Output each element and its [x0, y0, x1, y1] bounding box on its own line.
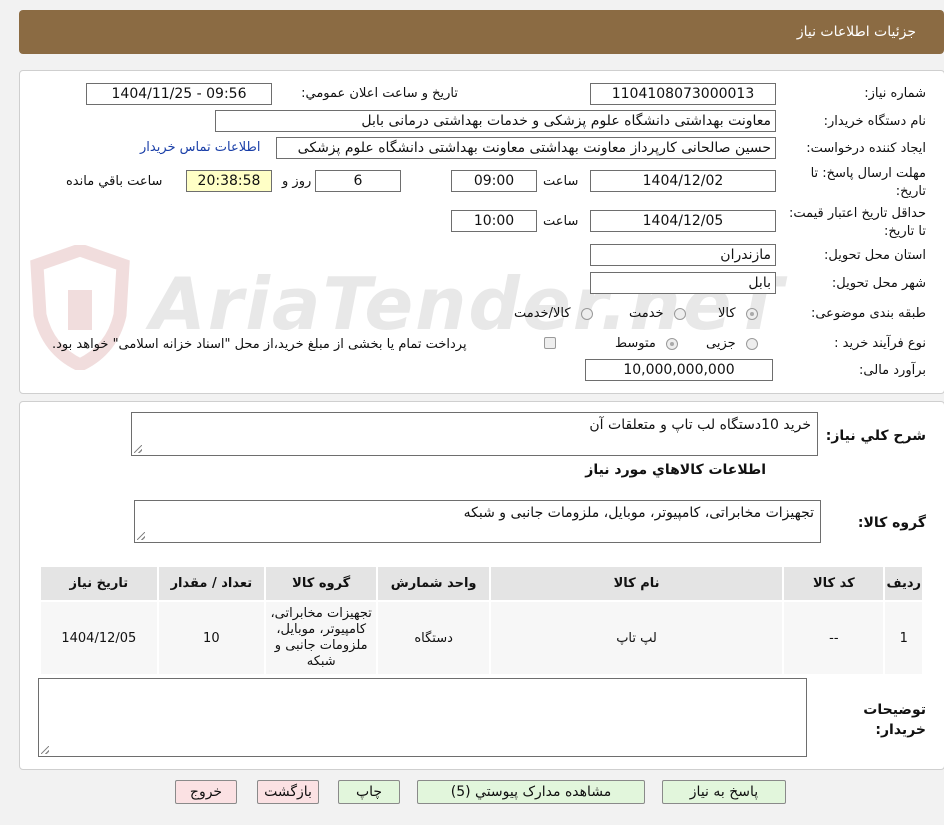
general-description-field: خرید 10دستگاه لب تاپ و متعلقات آن: [131, 412, 818, 456]
col-header-name: نام کالا: [488, 565, 785, 602]
buyer-notes-label: توضیحات خریدار:: [863, 702, 926, 738]
radio-medium[interactable]: [665, 337, 678, 350]
deadline-time-label: ساعت: [543, 174, 579, 189]
table-header-row: رديف کد کالا نام کالا واحد شمارش گروه کا…: [39, 565, 924, 602]
goods-group-field: تجهیزات مخابراتی، کامپیوتر، موبایل، ملزو…: [134, 500, 821, 543]
col-header-group: گروه کالا: [263, 565, 379, 602]
cell-need-date: 1404/12/05: [39, 600, 159, 676]
goods-group-label: گروه کالا:: [857, 515, 926, 531]
city-field: بابل: [590, 272, 776, 294]
cell-quantity: 10: [156, 600, 266, 676]
budget-field: 10,000,000,000: [585, 359, 773, 381]
cell-row-no: 1: [883, 600, 924, 676]
validity-time-label: ساعت: [543, 214, 579, 229]
category-label: طبقه بندی موضوعی:: [810, 306, 926, 321]
process-medium-label: متوسط: [615, 336, 656, 351]
goods-table: رديف کد کالا نام کالا واحد شمارش گروه کا…: [39, 565, 924, 676]
days-remaining-field: 6: [315, 170, 401, 192]
price-validity-label: حداقل تاریخ اعتبار قیمت: تا تاریخ:: [788, 206, 926, 239]
table-row: 1 -- لپ تاپ دستگاه تجهیزات مخابراتی، کام…: [39, 600, 924, 676]
deadline-time-field: 09:00: [451, 170, 537, 192]
radio-goods[interactable]: [745, 307, 758, 320]
page-title: جزئیات اطلاعات نیاز: [796, 24, 916, 40]
category-goods-label: کالا: [718, 306, 736, 321]
province-label: استان محل تحویل:: [824, 248, 926, 263]
deadline-date-field: 1404/12/02: [590, 170, 776, 192]
goods-group-value: تجهیزات مخابراتی، کامپیوتر، موبایل، ملزو…: [463, 505, 814, 521]
col-header-row-no: رديف: [883, 565, 924, 602]
cell-name: لپ تاپ: [488, 600, 785, 676]
col-header-need-date: تاریخ نیاز: [39, 565, 159, 602]
payment-note: پرداخت تمام یا بخشی از مبلغ خرید،از محل …: [52, 337, 467, 352]
cell-group: تجهیزات مخابراتی، کامپیوتر، موبایل، ملزو…: [263, 600, 379, 676]
col-header-code: کد کالا: [782, 565, 886, 602]
need-number-label: شماره نیاز:: [864, 86, 926, 101]
view-attachments-button[interactable]: مشاهده مدارک پیوستي (5): [417, 780, 645, 804]
process-option-minor[interactable]: جزیی: [706, 336, 758, 351]
resize-grip-icon: [137, 532, 145, 540]
budget-label: برآورد مالی:: [859, 363, 926, 378]
radio-goods-service[interactable]: [580, 307, 593, 320]
process-option-medium[interactable]: متوسط: [615, 336, 678, 351]
category-option-goods[interactable]: کالا: [718, 306, 758, 321]
general-description-value: خرید 10دستگاه لب تاپ و متعلقات آن: [589, 417, 811, 433]
buyer-org-label: نام دستگاه خریدار:: [823, 114, 926, 129]
category-service-label: خدمت: [629, 306, 664, 321]
buyer-contact-link[interactable]: اطلاعات تماس خریدار: [140, 140, 260, 155]
process-type-label: نوع فرآیند خرید :: [834, 336, 926, 351]
resize-grip-icon: [134, 445, 142, 453]
deadline-label: مهلت ارسال پاسخ: تا تاریخ:: [810, 166, 926, 199]
remaining-time-field: 20:38:58: [186, 170, 272, 192]
validity-date-field: 1404/12/05: [590, 210, 776, 232]
resize-grip-icon: [41, 746, 49, 754]
validity-time-field: 10:00: [451, 210, 537, 232]
col-header-quantity: تعداد / مقدار: [156, 565, 266, 602]
remaining-time-label: ساعت باقي مانده: [66, 174, 163, 189]
treasury-payment-checkbox[interactable]: [544, 337, 556, 349]
buyer-org-field: معاونت بهداشتی دانشگاه علوم پزشکی و خدما…: [215, 110, 776, 132]
cell-code: --: [782, 600, 886, 676]
category-option-both[interactable]: کالا/خدمت: [514, 306, 593, 321]
print-button[interactable]: چاپ: [338, 780, 400, 804]
days-and-label: روز و: [282, 174, 312, 189]
radio-minor[interactable]: [745, 337, 758, 350]
back-button[interactable]: بازگشت: [257, 780, 319, 804]
announce-date-label: تاريخ و ساعت اعلان عمومي:: [301, 86, 458, 101]
reply-button[interactable]: پاسخ به نیاز: [662, 780, 786, 804]
process-minor-label: جزیی: [706, 336, 736, 351]
general-description-label: شرح كلي نياز:: [825, 428, 926, 444]
radio-service[interactable]: [673, 307, 686, 320]
announce-date-field: 1404/11/25 - 09:56: [86, 83, 272, 105]
creator-label: ایجاد کننده درخواست:: [806, 141, 926, 156]
cell-unit: دستگاه: [376, 600, 491, 676]
page-header: جزئیات اطلاعات نیاز: [19, 10, 944, 54]
category-option-service[interactable]: خدمت: [629, 306, 686, 321]
exit-button[interactable]: خروج: [175, 780, 237, 804]
col-header-unit: واحد شمارش: [376, 565, 491, 602]
buyer-notes-field: [38, 678, 807, 757]
city-label: شهر محل تحویل:: [831, 276, 926, 291]
province-field: مازندران: [590, 244, 776, 266]
category-both-label: کالا/خدمت: [514, 306, 571, 321]
creator-field: حسین صالحانی کارپرداز معاونت بهداشتی معا…: [276, 137, 776, 159]
need-number-field: 1104108073000013: [590, 83, 776, 105]
goods-info-title: اطلاعات كالاهاي مورد نياز: [585, 462, 766, 478]
